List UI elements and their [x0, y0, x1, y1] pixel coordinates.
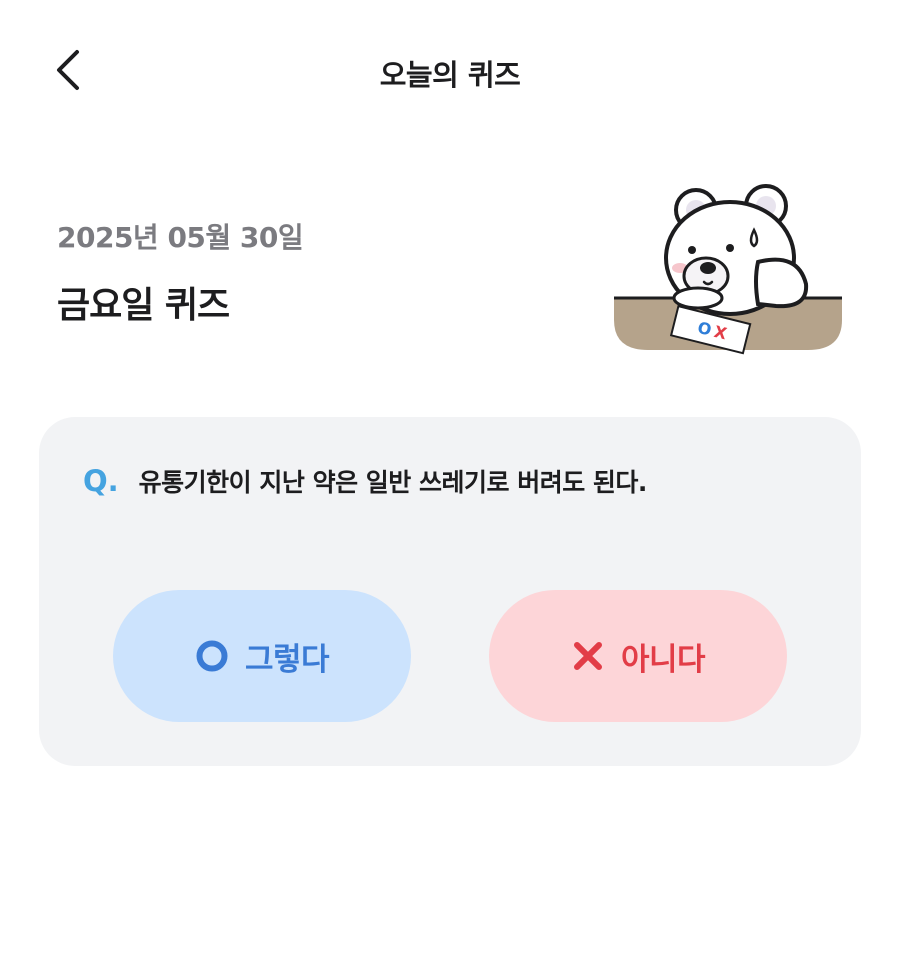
answer-no-label: 아니다 — [620, 641, 706, 678]
quiz-page: 오늘의 퀴즈 2025년 05월 30일 금요일 퀴즈 O X Q. 유통기한이… — [0, 0, 900, 958]
question-text: 유통기한이 지난 약은 일반 쓰레기로 버려도 된다. — [138, 468, 648, 497]
question: Q. 유통기한이 지난 약은 일반 쓰레기로 버려도 된다. — [83, 463, 647, 499]
question-prefix: Q. — [83, 464, 119, 498]
question-card: Q. 유통기한이 지난 약은 일반 쓰레기로 버려도 된다. 그렇다 아니다 — [39, 417, 861, 766]
answer-yes-button[interactable]: 그렇다 — [113, 590, 411, 722]
quiz-intro: 2025년 05월 30일 금요일 퀴즈 — [57, 216, 304, 328]
top-app-bar: 오늘의 퀴즈 — [0, 0, 900, 140]
circle-o-icon — [195, 639, 229, 673]
x-mark-icon — [571, 639, 605, 673]
quiz-title: 금요일 퀴즈 — [57, 285, 230, 326]
quiz-date: 2025년 05월 30일 — [57, 221, 304, 254]
polar-bear-mascot-illustration: O X — [614, 184, 842, 355]
answer-yes-label: 그렇다 — [244, 641, 330, 678]
page-title: 오늘의 퀴즈 — [379, 58, 521, 92]
answer-no-button[interactable]: 아니다 — [489, 590, 787, 722]
